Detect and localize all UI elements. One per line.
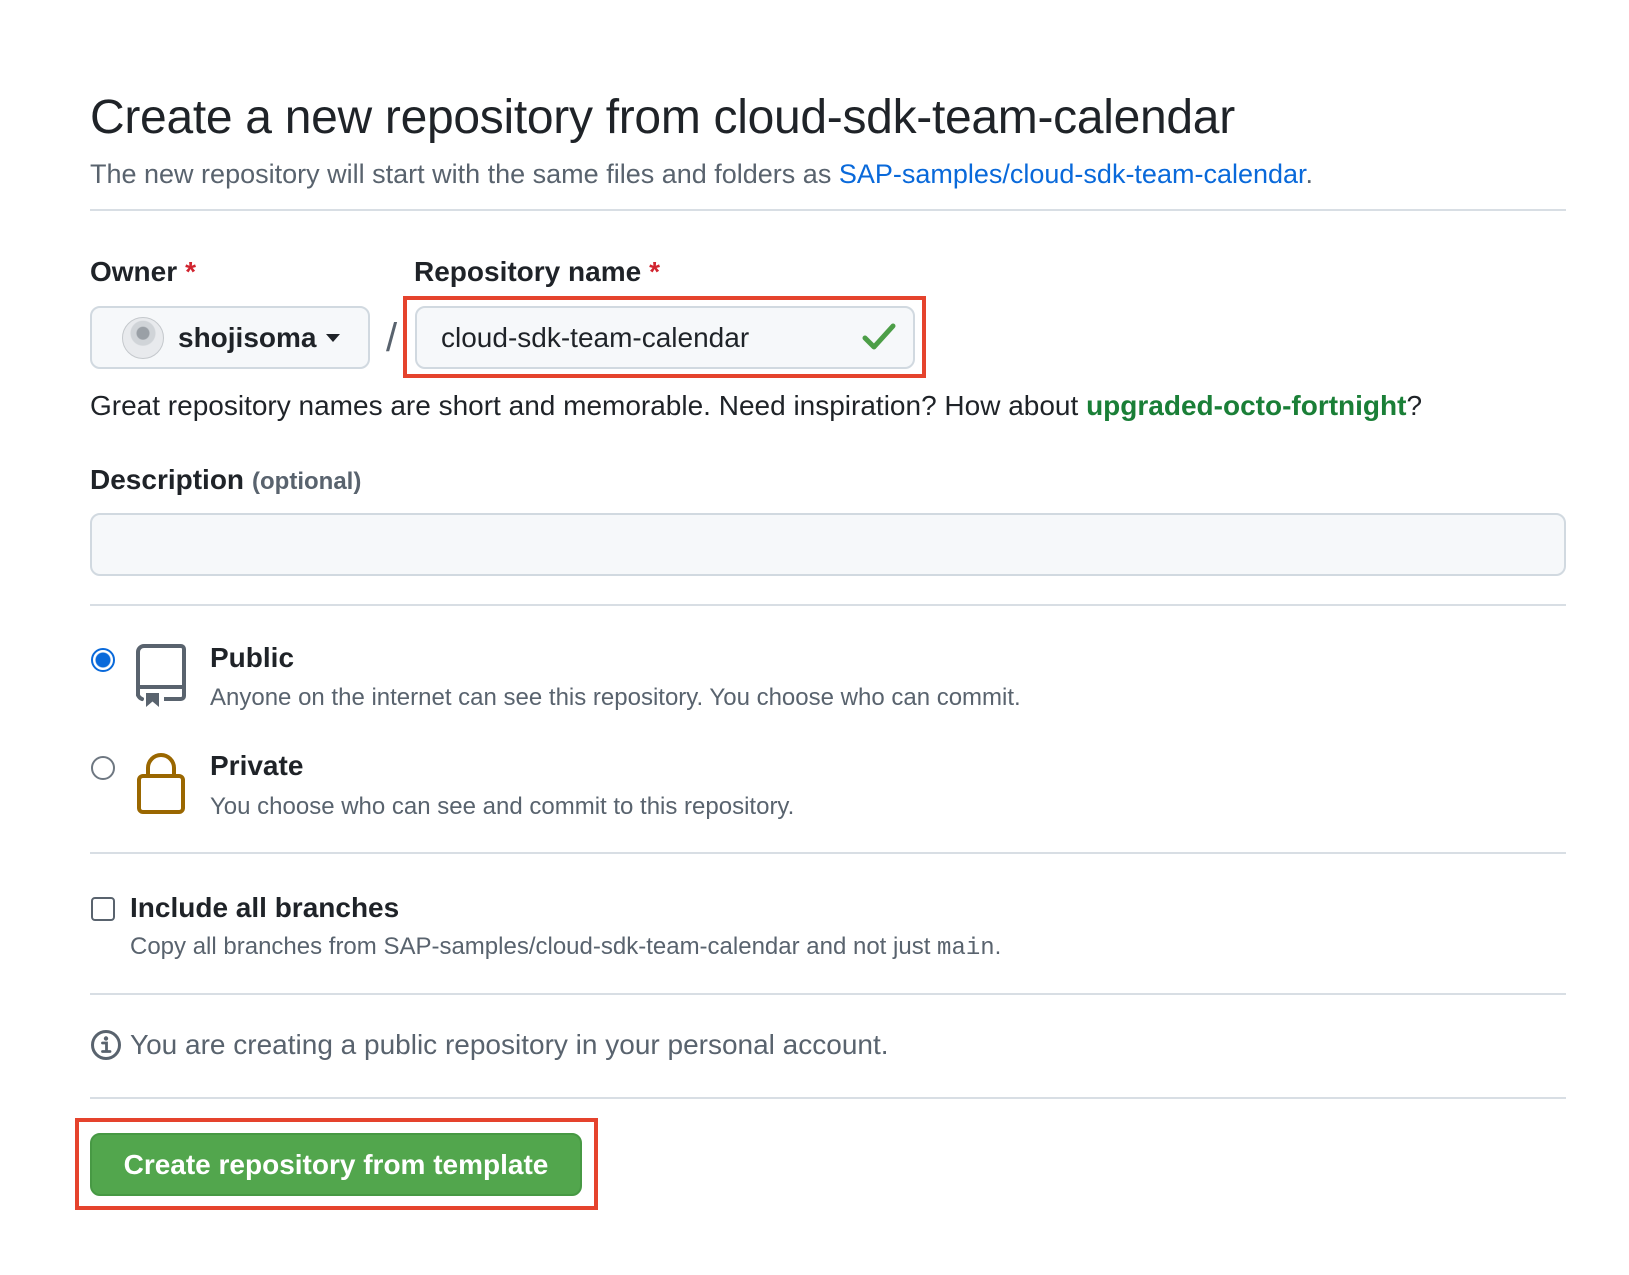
check-icon [862,323,896,350]
repository-name-input[interactable] [415,306,915,369]
public-title: Public [210,642,295,673]
name-hint-suffix: ? [1406,390,1423,421]
repo-icon [136,644,186,707]
description-input[interactable] [90,513,1566,576]
private-description: You choose who can see and commit to thi… [210,793,795,820]
info-divider [90,993,1566,995]
description-optional: (optional) [252,468,362,495]
name-suggestion-link[interactable]: upgraded-octo-fortnight [1086,390,1406,421]
visibility-divider [90,604,1566,606]
subtitle-prefix: The new repository will start with the s… [90,159,839,189]
subtitle-suffix: . [1305,159,1314,189]
include-branches-checkbox[interactable] [91,897,115,921]
include-branches-description: Copy all branches from SAP-samples/cloud… [130,931,1001,965]
repository-name-label: Repository name * [414,254,660,290]
submit-divider [90,1097,1566,1099]
owner-select[interactable]: shojisoma [90,306,370,369]
page-subtitle: The new repository will start with the s… [90,156,1313,192]
owner-label-text: Owner [90,256,178,287]
avatar [122,316,164,359]
owner-repo-separator: / [386,316,398,360]
description-label-text: Description [90,464,245,495]
template-link[interactable]: SAP-samples/cloud-sdk-team-calendar [839,159,1306,189]
lock-icon [137,753,185,814]
include-branches-desc-prefix: Copy all branches from SAP-samples/cloud… [130,933,938,960]
description-label: Description (optional) [90,462,361,500]
public-description: Anyone on the internet can see this repo… [210,684,1021,711]
default-branch-name: main [937,935,995,962]
info-icon [91,1030,121,1060]
name-hint: Great repository names are short and mem… [90,388,1422,424]
branches-divider [90,852,1566,854]
header-divider [90,209,1566,211]
info-text: You are creating a public repository in … [130,1029,889,1060]
private-title: Private [210,750,304,781]
owner-label: Owner * [90,254,196,290]
include-branches-desc-suffix: . [994,933,1002,960]
repository-name-required-mark: * [649,256,661,287]
owner-required-mark: * [185,256,197,287]
page-title: Create a new repository from cloud-sdk-t… [90,91,1235,144]
caret-down-icon [326,333,341,342]
name-hint-prefix: Great repository names are short and mem… [90,390,1087,421]
private-radio[interactable] [91,756,115,780]
create-repository-button[interactable]: Create repository from template [90,1133,582,1196]
include-branches-label[interactable]: Include all branches [130,890,399,926]
owner-name: shojisoma [178,321,317,353]
public-radio[interactable] [91,648,115,672]
repository-name-label-text: Repository name [414,256,642,287]
